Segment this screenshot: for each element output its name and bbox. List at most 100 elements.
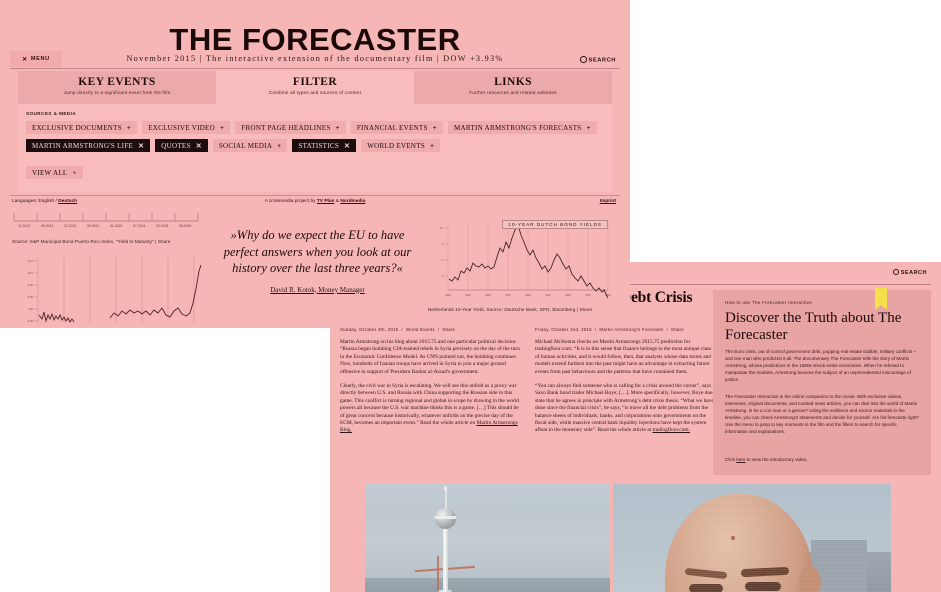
- filter-group-label: SOURCES & MEDIA: [26, 111, 77, 116]
- tab-key-events[interactable]: KEY EVENTS Jump directly to a significan…: [18, 71, 216, 104]
- svg-text:05.2013: 05.2013: [41, 224, 53, 228]
- photo-grain: [613, 484, 891, 592]
- chart-source-note[interactable]: Source: S&P Municipal Bond Puerto Rico I…: [12, 239, 171, 244]
- svg-text:12.2013: 12.2013: [64, 224, 76, 228]
- tower-tip: [444, 486, 447, 491]
- svg-text:1925: 1925: [545, 294, 551, 297]
- close-icon: ✕: [138, 141, 145, 150]
- tab-subtitle: Combine all types and sources of content: [268, 90, 362, 95]
- credits: A crossmedia project by TV Plus & Nordme…: [0, 199, 630, 204]
- chip-label: FINANCIAL EVENTS: [356, 123, 428, 132]
- svg-text:3: 3: [442, 274, 444, 278]
- martin-armstrong-portrait-photo: [613, 484, 891, 592]
- svg-text:01.2015: 01.2015: [110, 224, 122, 228]
- filter-chip-exclusive-documents[interactable]: EXCLUSIVE DOCUMENTS +: [26, 121, 138, 134]
- filter-chip-exclusive-video[interactable]: EXCLUSIVE VIDEO +: [142, 121, 231, 134]
- svg-text:10.0: 10.0: [28, 271, 34, 275]
- filter-chip-martin-armstrongs-forecasts[interactable]: MARTIN ARMSTRONG'S FORECASTS +: [447, 121, 597, 134]
- plus-icon: +: [126, 123, 132, 132]
- filter-chip-social-media[interactable]: SOCIAL MEDIA +: [212, 139, 288, 152]
- tab-title: LINKS: [494, 76, 532, 88]
- tab-subtitle: Further resources and related websites: [469, 90, 557, 95]
- plus-icon: +: [430, 141, 435, 150]
- svg-text:6: 6: [442, 258, 444, 262]
- sky-haze: [365, 484, 610, 524]
- plus-icon: +: [220, 123, 225, 132]
- rooftops: [365, 578, 610, 592]
- article-source-link[interactable]: tradingfloor.com.: [653, 427, 690, 433]
- filter-panel: SOURCES & MEDIA EXCLUSIVE DOCUMENTS + EX…: [18, 104, 612, 192]
- chart-plot: 12 9 6 3 1800 1825 1850 1875 1900 1925 1950 197…: [440, 222, 611, 299]
- chip-label: EXCLUSIVE DOCUMENTS: [32, 123, 122, 132]
- article-paragraph: “You can always find someone who is call…: [535, 383, 715, 435]
- article-paragraph-text: “You can always find someone who is call…: [535, 383, 715, 434]
- svg-text:07.2014: 07.2014: [133, 224, 145, 228]
- svg-text:1900: 1900: [525, 294, 531, 297]
- filter-chip-quotes[interactable]: QUOTES ✕: [155, 139, 208, 152]
- credit-prefix: A crossmedia project by: [264, 199, 317, 204]
- close-icon: ✕: [344, 141, 351, 150]
- svg-text:1975: 1975: [585, 294, 591, 297]
- chart-plot: 11.0 10.0 9.00 8.00 7.00 6.00: [28, 257, 202, 323]
- svg-text:1825: 1825: [465, 294, 471, 297]
- svg-text:1950: 1950: [565, 294, 571, 297]
- chart-source-note[interactable]: Netherlands 10-Year Yield, Source: Deuts…: [428, 307, 592, 312]
- tab-filter[interactable]: FILTER Combine all types and sources of …: [216, 71, 414, 104]
- plus-icon: +: [586, 123, 591, 132]
- filter-chip-front-page-headlines[interactable]: FRONT PAGE HEADLINES +: [235, 121, 346, 134]
- plus-icon: +: [277, 141, 282, 150]
- credit-tvplus-link[interactable]: TV Plus: [317, 199, 335, 204]
- close-icon: ✕: [195, 141, 202, 150]
- discover-cta: Click here to view the introductory vide…: [725, 456, 919, 463]
- crane-mast: [437, 556, 439, 590]
- filter-chip-financial-events[interactable]: FINANCIAL EVENTS +: [350, 121, 443, 134]
- filter-chip-world-events[interactable]: WORLD EVENTS +: [361, 139, 441, 152]
- chip-label: SOCIAL MEDIA: [218, 141, 273, 150]
- tower-spire: [444, 490, 447, 510]
- discover-paragraph-2: The Forecaster Interactive is the online…: [725, 394, 919, 434]
- menu-window: THE FORECASTER ✕ MENU November 2015 | Th…: [0, 0, 630, 213]
- search-button[interactable]: SEARCH: [580, 55, 616, 64]
- tab-title: FILTER: [292, 76, 338, 88]
- article-paragraph: Clearly, the civil war in Syria is escal…: [340, 383, 520, 435]
- imprint-link[interactable]: Imprint: [600, 199, 616, 204]
- filter-chip-list: EXCLUSIVE DOCUMENTS + EXCLUSIVE VIDEO + …: [26, 121, 606, 152]
- svg-text:7.00: 7.00: [28, 307, 34, 311]
- svg-text:9.00: 9.00: [28, 283, 34, 287]
- svg-text:08.2015: 08.2015: [179, 224, 191, 228]
- chip-label: WORLD EVENTS: [367, 141, 426, 150]
- chart-legend-badge: 10-YEAR DUTCH BOND YIELDS: [502, 220, 608, 229]
- plus-icon: +: [432, 123, 437, 132]
- berlin-tv-tower-photo: [365, 484, 610, 592]
- view-all-button[interactable]: VIEW ALL +: [26, 166, 83, 179]
- tab-links[interactable]: LINKS Further resources and related webs…: [414, 71, 612, 104]
- filter-chip-martin-armstrongs-life[interactable]: MARTIN ARMSTRONG'S LIFE ✕: [26, 139, 151, 152]
- chip-label: MARTIN ARMSTRONG'S LIFE: [32, 141, 134, 150]
- svg-text:1800: 1800: [445, 294, 451, 297]
- tab-subtitle: Jump directly to a significant event fro…: [63, 90, 171, 95]
- svg-text:11.0: 11.0: [28, 259, 34, 263]
- plus-icon: +: [72, 168, 77, 177]
- article-share[interactable]: Share: [671, 327, 684, 332]
- filter-chip-statistics[interactable]: STATISTICS ✕: [292, 139, 357, 152]
- discover-paragraph-1: The Euro crisis, out of control governme…: [725, 349, 916, 382]
- plus-icon: +: [335, 123, 340, 132]
- discover-title: Discover the Truth about The Forecaster: [725, 310, 902, 343]
- quote-author[interactable]: David R. Kotok, Money Manager: [215, 286, 420, 294]
- article-paragraph: Martin Armstrong on his blog about 2015.…: [340, 339, 520, 375]
- svg-text:12: 12: [440, 226, 443, 230]
- discover-panel: How to use The Forecaster Interactive Di…: [713, 290, 931, 475]
- search-button[interactable]: SEARCH: [892, 268, 927, 276]
- svg-text:1850: 1850: [485, 294, 491, 297]
- tab-title: KEY EVENTS: [78, 76, 156, 88]
- dutch-bond-yields-chart: 12 9 6 3 1800 1825 1850 1875 1900 1925 1950 197…: [432, 218, 612, 303]
- view-all-label: VIEW ALL: [32, 168, 68, 177]
- credit-nordmedia-link[interactable]: Nordmedia: [340, 199, 365, 204]
- site-tagline: November 2015 | The interactive extensio…: [126, 54, 504, 63]
- divider: [10, 195, 620, 196]
- search-icon: [892, 269, 899, 275]
- chip-label: FRONT PAGE HEADLINES: [241, 123, 331, 132]
- puerto-rico-chart: 11.0 10.0 9.00 8.00 7.00 6.00: [20, 253, 205, 328]
- page-title: THE FORECASTER: [169, 22, 461, 57]
- svg-text:9: 9: [442, 242, 444, 246]
